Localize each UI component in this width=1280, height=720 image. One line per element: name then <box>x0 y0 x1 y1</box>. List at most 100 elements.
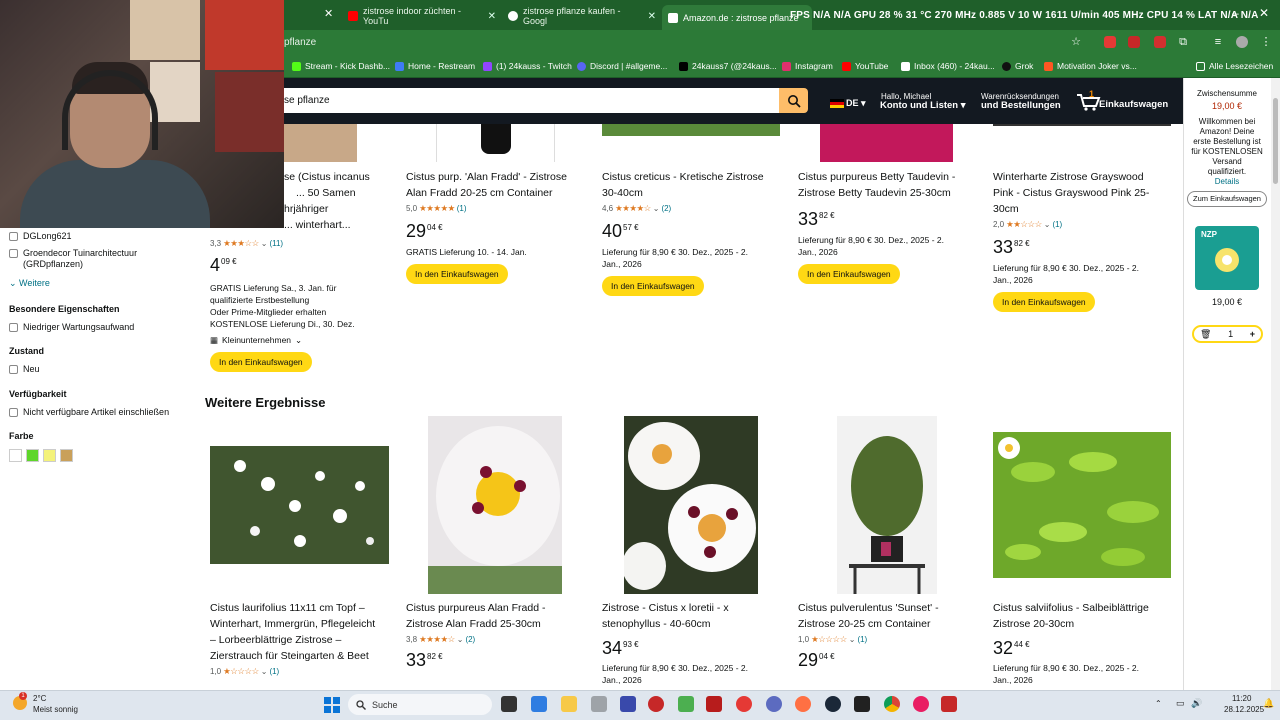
puzzle-icon[interactable]: ⧉ <box>1177 36 1189 48</box>
extension-icon[interactable] <box>1128 36 1140 48</box>
product-image[interactable] <box>993 124 1171 126</box>
product-rating[interactable]: 3,8 ★★★★☆ ⌄ (2) <box>406 634 582 645</box>
product-image[interactable] <box>602 124 780 136</box>
app-icon[interactable] <box>913 696 929 712</box>
product-image[interactable] <box>428 416 562 594</box>
close-icon[interactable]: ✕ <box>488 11 496 22</box>
product-title-link[interactable]: Cistus creticus - Kretische Zistrose 30-… <box>602 169 778 201</box>
add-to-cart-button[interactable]: In den Einkaufswagen <box>210 352 312 372</box>
product-title-link[interactable]: Zistrose - Cistus x loretii - x stenophy… <box>602 600 778 632</box>
app-icon[interactable] <box>648 696 664 712</box>
product-title-link[interactable]: Cistus salviifolius - Salbeiblättrige Zi… <box>993 600 1169 632</box>
product-title-link[interactable]: se (Cistus incanus ... 50 Samen hrjährig… <box>136 169 380 233</box>
bookmark-item[interactable]: Grok <box>1002 61 1033 71</box>
product-rating[interactable]: 1,0 ★☆☆☆☆ ⌄ (1) <box>210 666 390 677</box>
cart-icon[interactable] <box>1075 92 1101 112</box>
add-to-cart-button[interactable]: In den Einkaufswagen <box>602 276 704 296</box>
steam-icon[interactable] <box>825 696 841 712</box>
mouse-app-icon[interactable] <box>591 696 607 712</box>
returns-orders[interactable]: und Bestellungen <box>981 100 1061 111</box>
german-flag-icon[interactable] <box>830 99 844 108</box>
seller-badge[interactable]: ▦ Kleinunternehmen ⌄ <box>210 334 380 346</box>
cart-label[interactable]: Einkaufswagen <box>1099 99 1168 110</box>
notification-bell-icon[interactable]: 🔔 <box>1263 698 1274 709</box>
product-rating[interactable]: 1,0 ★☆☆☆☆ ⌄ (1) <box>798 634 974 645</box>
product-image[interactable] <box>284 124 357 162</box>
bookmark-item[interactable]: (1) 24kauss - Twitch <box>483 61 572 71</box>
tab-close-icon[interactable]: ✕ <box>324 7 333 20</box>
profile-avatar[interactable] <box>1236 36 1248 48</box>
extension-icon[interactable] <box>1154 36 1166 48</box>
search-button[interactable] <box>779 88 808 113</box>
product-image[interactable] <box>210 446 389 564</box>
cart-item-image[interactable]: NZP <box>1195 226 1259 290</box>
volume-icon[interactable]: 🔊 <box>1191 698 1202 709</box>
all-bookmarks[interactable]: Alle Lesezeichen <box>1196 61 1273 71</box>
close-window-icon[interactable]: ✕ <box>1259 6 1269 20</box>
filter-brand-dglong[interactable]: DGLong621 <box>9 231 72 242</box>
task-view-icon[interactable] <box>501 696 517 712</box>
checkbox[interactable] <box>9 249 18 258</box>
more-brands-link[interactable]: ⌄ Weitere <box>9 278 50 289</box>
product-title-link[interactable]: Cistus purpureus Betty Taudevin - Zistro… <box>798 169 974 201</box>
color-swatch-yellow[interactable] <box>43 449 56 462</box>
checkbox[interactable] <box>9 408 18 417</box>
search-input[interactable]: se pflanze <box>284 88 780 113</box>
to-cart-button[interactable]: Zum Einkaufswagen <box>1187 191 1267 207</box>
add-to-cart-button[interactable]: In den Einkaufswagen <box>406 264 508 284</box>
extension-icon[interactable] <box>1104 36 1116 48</box>
product-image[interactable] <box>436 124 555 162</box>
checkbox[interactable] <box>9 232 18 241</box>
trash-icon[interactable]: 🗑 <box>1200 329 1211 340</box>
color-swatch-multi[interactable] <box>60 449 73 462</box>
checkbox[interactable] <box>9 365 18 374</box>
language-selector[interactable]: DE ▾ <box>846 98 866 109</box>
obs-icon[interactable] <box>766 696 782 712</box>
color-swatch-white[interactable] <box>9 449 22 462</box>
bookmark-item[interactable]: Inbox (460) - 24kau... <box>901 61 995 71</box>
chevron-up-icon[interactable]: ⌃ <box>1155 699 1162 708</box>
bookmark-item[interactable]: Stream - Kick Dashb... <box>292 61 390 71</box>
chrome-icon[interactable] <box>884 696 900 712</box>
product-image[interactable] <box>993 432 1171 578</box>
checkbox[interactable] <box>9 323 18 332</box>
app-icon[interactable] <box>678 696 694 712</box>
network-icon[interactable]: ▭ <box>1176 698 1185 709</box>
product-rating[interactable]: 2,0 ★★☆☆☆ ⌄ (1) <box>993 219 1169 230</box>
bookmark-item[interactable]: Motivation Joker vs... <box>1044 61 1137 71</box>
windows-start-icon[interactable] <box>324 697 340 713</box>
product-title-link[interactable]: Cistus laurifolius 11x11 cm Topf – Winte… <box>210 600 390 664</box>
add-to-cart-button[interactable]: In den Einkaufswagen <box>993 292 1095 312</box>
product-image[interactable] <box>624 416 758 594</box>
add-to-cart-button[interactable]: In den Einkaufswagen <box>798 264 900 284</box>
calculator-icon[interactable] <box>531 696 547 712</box>
plus-icon[interactable]: + <box>1250 329 1255 339</box>
bookmark-item[interactable]: YouTube <box>842 61 888 71</box>
product-rating[interactable]: 4,6 ★★★★☆ ⌄ (2) <box>602 203 778 214</box>
more-menu-icon[interactable]: ⋮ <box>1260 36 1272 48</box>
product-title-link[interactable]: Cistus purp. 'Alan Fradd' - Zistrose Ala… <box>406 169 578 201</box>
vegas-icon[interactable] <box>620 696 636 712</box>
bookmark-item[interactable]: Discord | #allgeme... <box>577 61 667 71</box>
filter-new[interactable]: Neu <box>9 364 40 375</box>
tab-google[interactable]: zistrose pflanze kaufen - Googl ✕ <box>502 5 662 27</box>
star-icon[interactable]: ☆ <box>1070 36 1082 48</box>
file-explorer-icon[interactable] <box>561 696 577 712</box>
product-image[interactable] <box>837 416 937 594</box>
app-icon[interactable] <box>941 696 957 712</box>
clock-date[interactable]: 28.12.2025 <box>1224 705 1264 714</box>
url-field[interactable]: pflanze <box>284 37 316 48</box>
scroll-thumb[interactable] <box>1273 98 1278 184</box>
product-title-link[interactable]: Winterharte Zistrose Grayswood Pink - Ci… <box>993 169 1169 217</box>
app-icon[interactable] <box>706 696 722 712</box>
bookmark-item[interactable]: 24kauss7 (@24kaus... <box>679 61 777 71</box>
bookmark-item[interactable]: Home - Restream <box>395 61 475 71</box>
product-title-link[interactable]: Cistus pulverulentus 'Sunset' - Zistrose… <box>798 600 974 632</box>
bookmark-item[interactable]: Instagram <box>782 61 833 71</box>
epic-games-icon[interactable] <box>854 696 870 712</box>
quantity-stepper[interactable]: 🗑 1 + <box>1192 325 1263 343</box>
app-icon[interactable] <box>795 696 811 712</box>
filter-low-maintenance[interactable]: Niedriger Wartungsaufwand <box>9 322 134 333</box>
minimize-icon[interactable]: – <box>1232 6 1239 20</box>
menu-lines-icon[interactable]: ≡ <box>1212 36 1224 48</box>
